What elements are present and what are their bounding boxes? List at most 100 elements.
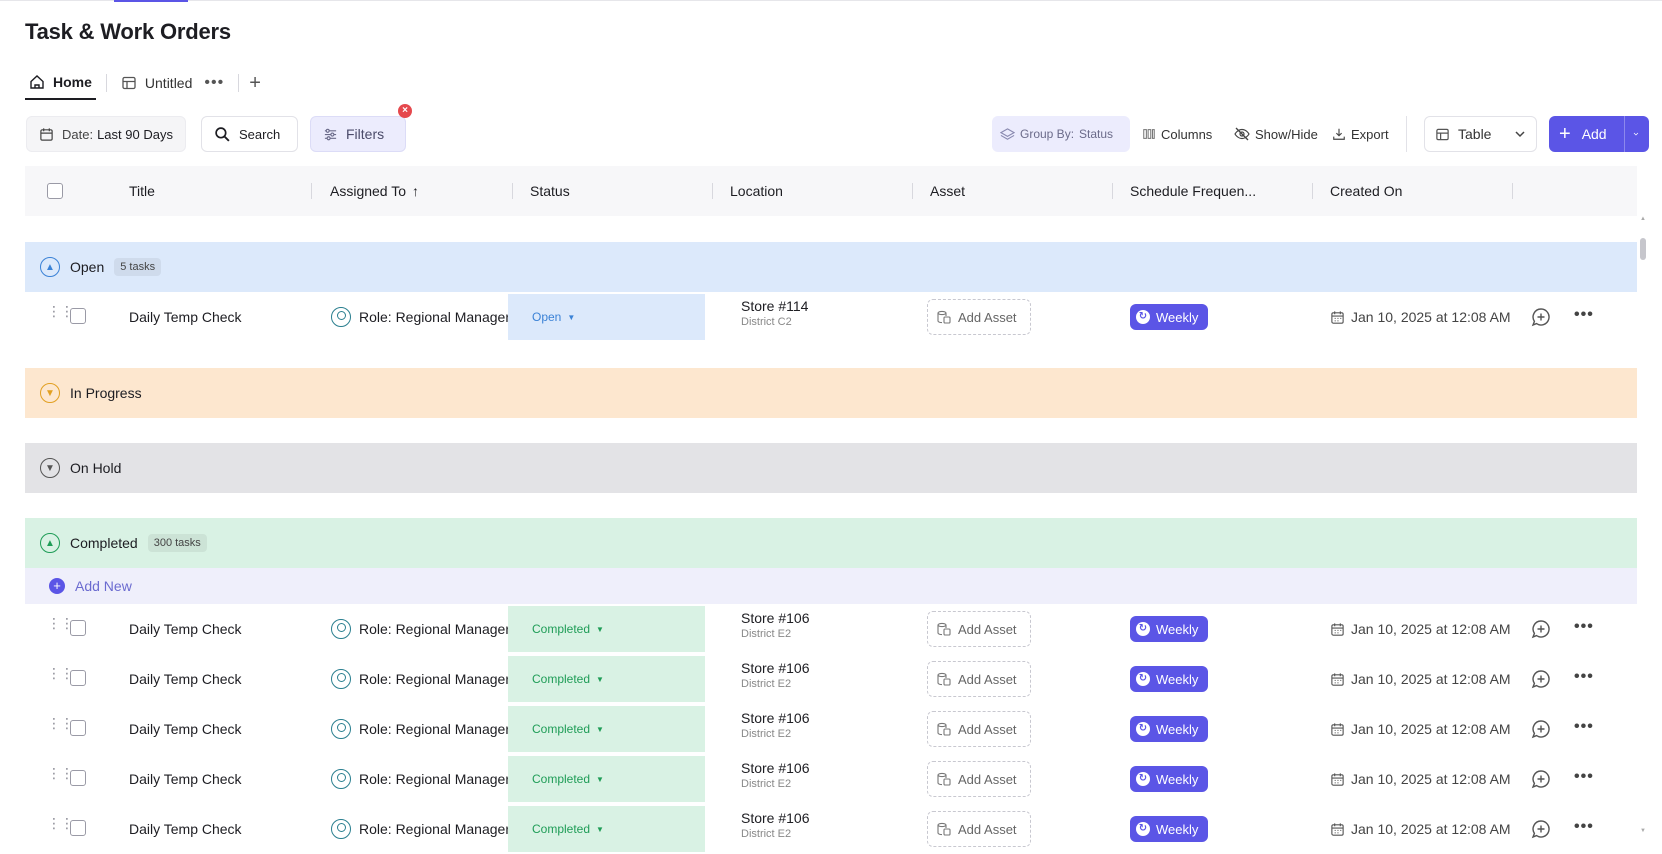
row-checkbox[interactable] (70, 720, 86, 736)
add-comment-icon[interactable] (1531, 819, 1551, 839)
assignee-cell[interactable]: Role: Regional Manager (331, 754, 531, 804)
assignee-cell[interactable]: Role: Regional Manager (331, 654, 531, 704)
group-header-on-hold[interactable]: ▼ On Hold (25, 443, 1637, 493)
status-dropdown[interactable]: Completed▼ (508, 656, 705, 702)
drag-handle-icon[interactable]: ⋮⋮ (47, 670, 59, 677)
expand-icon[interactable]: ▼ (40, 458, 60, 478)
download-icon (1332, 127, 1346, 141)
scrollbar[interactable]: ▲ ▼ (1640, 216, 1648, 840)
add-asset-button[interactable]: Add Asset (927, 711, 1031, 747)
add-comment-icon[interactable] (1531, 769, 1551, 789)
scrollbar-thumb[interactable] (1640, 238, 1646, 260)
column-header-asset[interactable]: Asset (930, 166, 1113, 216)
row-checkbox[interactable] (70, 670, 86, 686)
add-tab-icon[interactable]: + (249, 72, 261, 95)
assignee-cell[interactable]: Role: Regional Manager (331, 604, 531, 654)
clear-filters-icon[interactable]: × (398, 104, 412, 118)
drag-handle-icon[interactable]: ⋮⋮ (47, 308, 59, 315)
repeat-icon: ↻ (1136, 310, 1150, 324)
filters-button[interactable]: Filters (310, 116, 406, 152)
status-dropdown[interactable]: Open▼ (508, 294, 705, 340)
district-name: District E2 (741, 676, 810, 692)
row-checkbox[interactable] (70, 620, 86, 636)
scroll-down-icon[interactable]: ▼ (1640, 828, 1646, 834)
more-options-icon[interactable]: ••• (1574, 818, 1594, 836)
task-title[interactable]: Daily Temp Check (129, 704, 242, 754)
status-dropdown[interactable]: Completed▼ (508, 756, 705, 802)
select-all-checkbox[interactable] (47, 183, 63, 199)
add-comment-icon[interactable] (1531, 669, 1551, 689)
show-hide-button[interactable]: Show/Hide (1234, 116, 1318, 152)
assignee-cell[interactable]: Role: Regional Manager (331, 292, 531, 342)
add-asset-label: Add Asset (958, 822, 1017, 837)
status-dropdown[interactable]: Completed▼ (508, 706, 705, 752)
task-title[interactable]: Daily Temp Check (129, 654, 242, 704)
table-row[interactable]: ⋮⋮ Daily Temp Check Role: Regional Manag… (25, 754, 1637, 804)
drag-handle-icon[interactable]: ⋮⋮ (47, 770, 59, 777)
row-checkbox[interactable] (70, 820, 86, 836)
add-asset-button[interactable]: Add Asset (927, 761, 1031, 797)
drag-handle-icon[interactable]: ⋮⋮ (47, 620, 59, 627)
row-checkbox[interactable] (70, 308, 86, 324)
columns-button[interactable]: Columns (1142, 116, 1212, 152)
add-comment-icon[interactable] (1531, 719, 1551, 739)
more-options-icon[interactable]: ••• (204, 74, 224, 92)
assignee-cell[interactable]: Role: Regional Manager (331, 804, 531, 854)
search-button[interactable]: Search (201, 116, 298, 152)
table-row[interactable]: ⋮⋮ Daily Temp Check Role: Regional Manag… (25, 704, 1637, 754)
group-header-open[interactable]: ▲ Open 5 tasks (25, 242, 1637, 292)
more-options-icon[interactable]: ••• (1574, 768, 1594, 786)
tab-home[interactable]: Home (25, 66, 96, 100)
group-header-completed[interactable]: ▲ Completed 300 tasks (25, 518, 1637, 568)
column-header-label: Location (730, 183, 783, 199)
task-title[interactable]: Daily Temp Check (129, 604, 242, 654)
add-asset-button[interactable]: Add Asset (927, 661, 1031, 697)
add-new-row-button[interactable]: + Add New (25, 568, 1637, 604)
assignee-cell[interactable]: Role: Regional Manager (331, 704, 531, 754)
collapse-icon[interactable]: ▲ (40, 257, 60, 277)
group-header-in-progress[interactable]: ▼ In Progress (25, 368, 1637, 418)
status-dropdown[interactable]: Completed▼ (508, 806, 705, 852)
drag-handle-icon[interactable]: ⋮⋮ (47, 820, 59, 827)
repeat-icon: ↻ (1136, 622, 1150, 636)
date-filter-button[interactable]: Date: Last 90 Days (26, 116, 186, 152)
column-header-assigned-to[interactable]: Assigned To↑ (330, 166, 513, 216)
table-row[interactable]: ⋮⋮ Daily Temp Check Role: Regional Manag… (25, 604, 1637, 654)
more-options-icon[interactable]: ••• (1574, 668, 1594, 686)
column-header-label: Title (129, 183, 155, 199)
table-row[interactable]: ⋮⋮ Daily Temp Check Role: Regional Manag… (25, 654, 1637, 704)
more-options-icon[interactable]: ••• (1574, 718, 1594, 736)
table-row[interactable]: ⋮⋮ Daily Temp Check Role: Regional Manag… (25, 292, 1637, 342)
column-header-title[interactable]: Title (129, 166, 312, 216)
column-header-status[interactable]: Status (530, 166, 713, 216)
column-header-location[interactable]: Location (730, 166, 913, 216)
task-title[interactable]: Daily Temp Check (129, 804, 242, 854)
add-asset-button[interactable]: Add Asset (927, 299, 1031, 335)
drag-handle-icon[interactable]: ⋮⋮ (47, 720, 59, 727)
view-switcher-select[interactable]: Table (1424, 116, 1537, 152)
tab-untitled[interactable]: Untitled ••• (117, 66, 228, 100)
plus-icon: + (1559, 124, 1571, 144)
expand-icon[interactable]: ▼ (40, 383, 60, 403)
add-button[interactable]: + Add (1549, 116, 1649, 152)
status-dropdown[interactable]: Completed▼ (508, 606, 705, 652)
export-button[interactable]: Export (1332, 116, 1389, 152)
add-comment-icon[interactable] (1531, 619, 1551, 639)
row-checkbox[interactable] (70, 770, 86, 786)
group-label: Completed (70, 535, 138, 551)
task-title[interactable]: Daily Temp Check (129, 292, 242, 342)
more-options-icon[interactable]: ••• (1574, 618, 1594, 636)
column-header-schedule-frequency[interactable]: Schedule Frequen... (1130, 166, 1313, 216)
chevron-down-icon[interactable] (1633, 128, 1639, 140)
add-asset-button[interactable]: Add Asset (927, 811, 1031, 847)
add-comment-icon[interactable] (1531, 307, 1551, 327)
scroll-up-icon[interactable]: ▲ (1640, 216, 1646, 222)
group-count-badge: 5 tasks (114, 258, 161, 276)
column-header-created-on[interactable]: Created On (1330, 166, 1513, 216)
more-options-icon[interactable]: ••• (1574, 306, 1594, 324)
table-row[interactable]: ⋮⋮ Daily Temp Check Role: Regional Manag… (25, 804, 1637, 854)
task-title[interactable]: Daily Temp Check (129, 754, 242, 804)
add-asset-button[interactable]: Add Asset (927, 611, 1031, 647)
group-by-button[interactable]: Group By: Status (992, 116, 1130, 152)
collapse-icon[interactable]: ▲ (40, 533, 60, 553)
